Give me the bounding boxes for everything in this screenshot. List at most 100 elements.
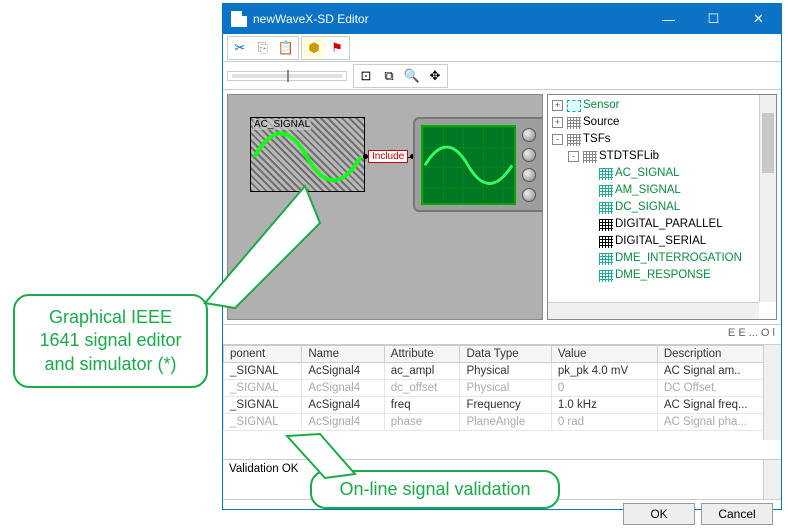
zoom-slider[interactable] — [227, 71, 347, 81]
expand-icon — [584, 219, 595, 230]
cut-button[interactable]: ✂ — [229, 38, 251, 58]
copy-button[interactable]: ⎘ — [252, 38, 274, 58]
knob-icon[interactable] — [522, 188, 536, 202]
document-icon — [231, 11, 247, 27]
tree-item[interactable]: AM_SIGNAL — [584, 182, 774, 199]
zoom-region-icon[interactable]: ⧉ — [378, 66, 400, 86]
node-icon — [583, 151, 597, 163]
tree-item[interactable]: - TSFs — [552, 131, 774, 148]
tree-label: DIGITAL_SERIAL — [615, 233, 706, 250]
cell: 0 — [551, 380, 657, 397]
cell: AcSignal4 — [302, 363, 384, 380]
scope-knobs — [522, 125, 536, 204]
expand-icon[interactable]: + — [552, 117, 563, 128]
tree-item[interactable]: +Sensor — [552, 97, 774, 114]
cell: Physical — [460, 363, 551, 380]
cell: _SIGNAL — [224, 363, 302, 380]
collapse-icon[interactable]: - — [568, 151, 579, 162]
node-icon — [567, 134, 581, 146]
collapse-icon[interactable]: - — [552, 134, 563, 145]
zoom-100-icon[interactable]: 🔍 — [401, 66, 423, 86]
column-header[interactable]: ponent — [224, 346, 302, 363]
cell: AC Signal freq... — [657, 397, 780, 414]
maximize-button[interactable]: ☐ — [691, 4, 736, 34]
scope-block[interactable] — [413, 117, 543, 212]
expand-icon — [584, 253, 595, 264]
tree-label: DIGITAL_PARALLEL — [615, 216, 723, 233]
scrollbar-vertical[interactable] — [759, 95, 776, 302]
include-tag[interactable]: Include — [368, 150, 408, 163]
tree-panel: +Sensor+Source-TSFs-STDTSFLibAC_SIGNALAM… — [547, 94, 777, 320]
tree-label: TSFs — [583, 131, 610, 148]
column-header[interactable]: Value — [551, 346, 657, 363]
knob-icon[interactable] — [522, 128, 536, 142]
table-row[interactable]: _SIGNALAcSignal4freqFrequency1.0 kHzAC S… — [224, 397, 781, 414]
tree-item[interactable]: +Source — [552, 114, 774, 131]
cell: PlaneAngle — [460, 414, 551, 431]
run-button[interactable]: ⚑ — [326, 38, 348, 58]
tree-label: AM_SIGNAL — [615, 182, 681, 199]
table-row[interactable]: _SIGNALAcSignal4phasePlaneAngle0 radAC S… — [224, 414, 781, 431]
zoom-full-icon[interactable]: ✥ — [424, 66, 446, 86]
table-row[interactable]: _SIGNALAcSignal4dc_offsetPhysical0DC Off… — [224, 380, 781, 397]
cell: phase — [384, 414, 460, 431]
cell: _SIGNAL — [224, 380, 302, 397]
expand-icon[interactable]: + — [552, 100, 563, 111]
tree-item[interactable]: DME_RESPONSE — [584, 267, 774, 284]
window-title: newWaveX-SD Editor — [253, 12, 646, 26]
cell: _SIGNAL — [224, 397, 302, 414]
table-row[interactable]: _SIGNALAcSignal4ac_amplPhysicalpk_pk 4.0… — [224, 363, 781, 380]
tree-item[interactable]: DIGITAL_SERIAL — [584, 233, 774, 250]
column-header[interactable]: Attribute — [384, 346, 460, 363]
knob-icon[interactable] — [522, 168, 536, 182]
cancel-button[interactable]: Cancel — [701, 503, 773, 525]
expand-icon — [584, 270, 595, 281]
minimize-button[interactable]: — — [646, 4, 691, 34]
window-buttons: — ☐ ✕ — [646, 4, 781, 34]
cell: AC Signal am.. — [657, 363, 780, 380]
cell: DC Offset. — [657, 380, 780, 397]
expand-icon — [584, 202, 595, 213]
node-icon — [599, 219, 613, 231]
knob-icon[interactable] — [522, 148, 536, 162]
scope-wave-icon — [423, 127, 514, 204]
toolbar-edit: ✂ ⎘ 📋 ⬢ ⚑ — [223, 34, 781, 62]
tree-item[interactable]: DME_INTERROGATION — [584, 250, 774, 267]
node-icon — [599, 236, 613, 248]
node-icon — [599, 202, 613, 214]
titlebar[interactable]: newWaveX-SD Editor — ☐ ✕ — [223, 4, 781, 34]
column-header[interactable]: Name — [302, 346, 384, 363]
tree-label: DC_SIGNAL — [615, 199, 680, 216]
cell: dc_offset — [384, 380, 460, 397]
tree-view[interactable]: +Sensor+Source-TSFs-STDTSFLibAC_SIGNALAM… — [548, 95, 776, 319]
cell: Frequency — [460, 397, 551, 414]
cell: pk_pk 4.0 mV — [551, 363, 657, 380]
cell: 1.0 kHz — [551, 397, 657, 414]
expand-icon — [584, 168, 595, 179]
scroll-up-icon[interactable]: ▲ — [769, 462, 778, 472]
paste-button[interactable]: 📋 — [275, 38, 297, 58]
tree-item[interactable]: DIGITAL_PARALLEL — [584, 216, 774, 233]
tree-item[interactable]: DC_SIGNAL — [584, 199, 774, 216]
tree-item[interactable]: AC_SIGNAL — [584, 165, 774, 182]
expand-icon — [584, 236, 595, 247]
scroll-down-icon[interactable]: ▼ — [769, 487, 778, 497]
cell: 0 rad — [551, 414, 657, 431]
cell: _SIGNAL — [224, 414, 302, 431]
cell: AC Signal pha... — [657, 414, 780, 431]
close-button[interactable]: ✕ — [736, 4, 781, 34]
node-icon — [599, 168, 613, 180]
cell: Physical — [460, 380, 551, 397]
properties-tabs[interactable]: E E ... O l — [223, 325, 781, 345]
cell: AcSignal4 — [302, 380, 384, 397]
ok-button[interactable]: OK — [623, 503, 695, 525]
column-header[interactable]: Data Type — [460, 346, 551, 363]
zoom-fit-icon[interactable]: ⊡ — [355, 66, 377, 86]
tree-label: AC_SIGNAL — [615, 165, 680, 182]
cell: AcSignal4 — [302, 414, 384, 431]
palette-button[interactable]: ⬢ — [303, 38, 325, 58]
tree-item[interactable]: -STDTSFLib — [568, 148, 774, 165]
scrollbar-horizontal[interactable] — [548, 302, 759, 319]
callout-pointer — [285, 432, 385, 495]
column-header[interactable]: Description — [657, 346, 780, 363]
